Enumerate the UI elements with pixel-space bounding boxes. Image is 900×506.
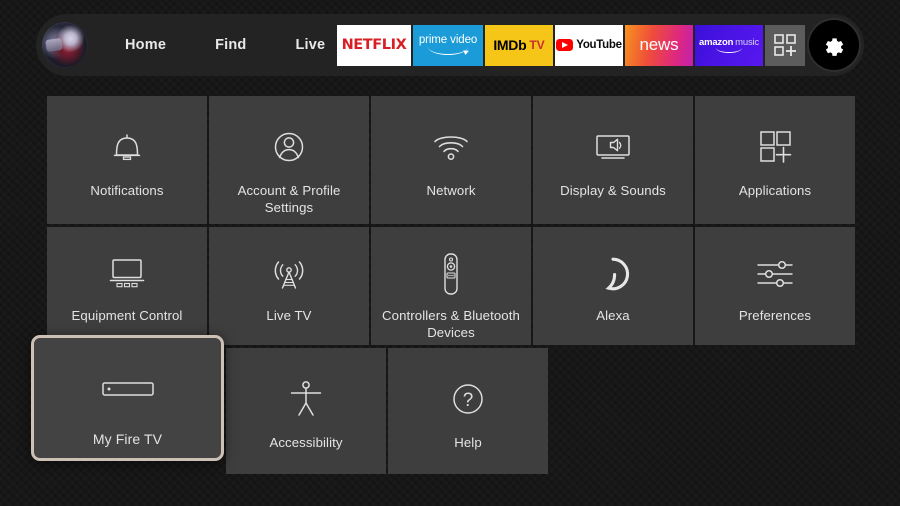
settings-tile-label: Equipment Control [71, 308, 183, 323]
settings-tile-label: Live TV [266, 308, 312, 323]
wifi-icon [431, 126, 471, 168]
accessibility-icon [288, 378, 324, 420]
settings-tile-label: Account & Profile Settings [237, 183, 341, 216]
settings-gear-button[interactable] [809, 20, 859, 70]
settings-tile-applications[interactable]: Applications [695, 96, 855, 224]
settings-tile-label: Preferences [738, 308, 812, 323]
apps-grid-icon [756, 126, 794, 168]
netflix-logo-text: NETFLIX [341, 37, 407, 53]
settings-tile-alexa[interactable]: Alexa [533, 227, 693, 345]
settings-tile-account-profile-settings[interactable]: Account & Profile Settings [209, 96, 369, 224]
settings-grid-row: My Fire TV Accessibility ? Help [31, 335, 851, 474]
settings-tile-label: Controllers & Bluetooth Devices [382, 308, 520, 341]
question-circle-icon: ? [449, 378, 487, 420]
apps-add-icon [774, 34, 796, 56]
app-tile-imdb-tv[interactable]: IMDb TV [485, 24, 553, 66]
nav-link-find[interactable]: Find [210, 37, 251, 53]
fire-tv-stick-icon [101, 368, 155, 410]
tv-equipment-icon [106, 253, 148, 295]
settings-tile-network[interactable]: Network [371, 96, 531, 224]
remote-control-icon [439, 253, 463, 295]
top-navigation-bar: Home Find Live NETFLIX prime video IMDb … [36, 14, 864, 76]
settings-tile-label: Network [426, 183, 476, 198]
settings-tile-label: Accessibility [269, 435, 343, 450]
app-tile-appstore[interactable] [765, 24, 805, 66]
app-shortcut-tiles: NETFLIX prime video IMDb TV YouTube news… [335, 14, 859, 76]
svg-text:?: ? [463, 390, 474, 411]
imdb-tv-suffix-text: TV [529, 38, 545, 52]
app-tile-prime-video[interactable]: prime video [413, 24, 483, 66]
prime-video-logo-text: prime video [418, 33, 478, 46]
settings-grid-row: Equipment Control Live TV Controllers & … [47, 227, 855, 345]
settings-tile-accessibility[interactable]: Accessibility [226, 348, 386, 474]
sliders-icon [754, 253, 796, 295]
amazon-smile-icon [716, 48, 742, 53]
alexa-ring-icon [595, 253, 631, 295]
settings-grid: Notifications Account & Profile Settings [31, 96, 855, 474]
settings-tile-equipment-control[interactable]: Equipment Control [47, 227, 207, 345]
settings-tile-label: Notifications [90, 183, 164, 198]
app-tile-youtube[interactable]: YouTube [555, 24, 623, 66]
app-tile-news[interactable]: news [625, 24, 693, 66]
youtube-play-icon [556, 39, 574, 51]
prime-smile-icon [428, 47, 468, 56]
settings-tile-label: Display & Sounds [560, 183, 666, 198]
settings-tile-preferences[interactable]: Preferences [695, 227, 855, 345]
settings-tile-label: Applications [738, 183, 812, 198]
settings-tile-label: Alexa [596, 308, 630, 323]
gear-icon [825, 37, 843, 56]
settings-tile-notifications[interactable]: Notifications [47, 96, 207, 224]
news-logo-text: news [639, 35, 679, 54]
display-sound-icon [592, 126, 634, 168]
nav-link-home[interactable]: Home [120, 37, 171, 53]
nav-link-live[interactable]: Live [291, 37, 331, 53]
settings-tile-label: My Fire TV [92, 431, 163, 447]
profile-avatar[interactable] [42, 22, 88, 68]
settings-grid-row: Notifications Account & Profile Settings [47, 96, 855, 224]
app-tile-amazon-music[interactable]: amazon music [695, 24, 763, 66]
app-tile-netflix[interactable]: NETFLIX [337, 24, 411, 66]
settings-tile-label: Help [454, 435, 482, 450]
amazon-music-logo-text: amazon music [699, 37, 759, 48]
imdb-logo-text: IMDb [493, 37, 527, 53]
youtube-logo-text: YouTube [576, 39, 622, 51]
settings-tile-controllers-bluetooth-devices[interactable]: Controllers & Bluetooth Devices [371, 227, 531, 345]
fire-tv-settings-screen: Home Find Live NETFLIX prime video IMDb … [0, 0, 900, 506]
settings-tile-display-sounds[interactable]: Display & Sounds [533, 96, 693, 224]
person-icon [270, 126, 308, 168]
broadcast-tower-icon [269, 253, 309, 295]
settings-tile-my-fire-tv[interactable]: My Fire TV [31, 335, 224, 461]
settings-tile-live-tv[interactable]: Live TV [209, 227, 369, 345]
bell-icon [110, 126, 144, 168]
settings-tile-help[interactable]: ? Help [388, 348, 548, 474]
